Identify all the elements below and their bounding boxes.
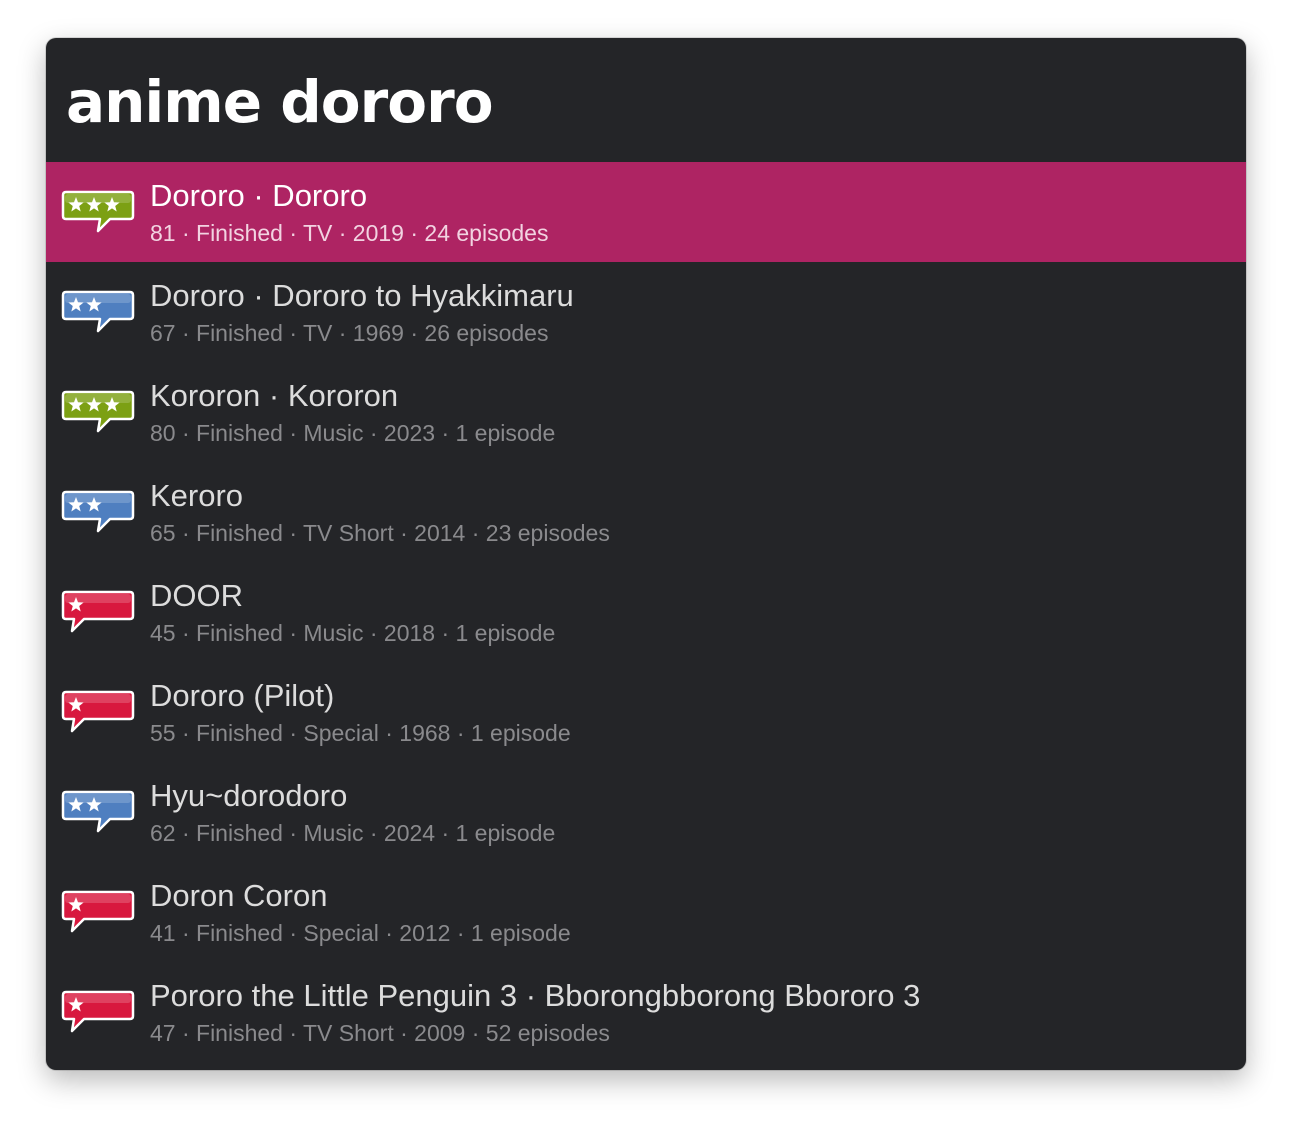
three-star-green-speech-bubble-icon [61, 190, 135, 233]
result-subtitle: 62 · Finished · Music · 2024 · 1 episode [150, 820, 556, 846]
result-row[interactable]: Dororo · Dororo 81 · Finished · TV · 2019… [46, 162, 1246, 262]
result-row[interactable]: Hyu~dorodoro 62 · Finished · Music · 2024… [46, 762, 1246, 862]
two-star-blue-speech-bubble-icon [61, 790, 135, 833]
result-title: Keroro [150, 478, 244, 513]
three-star-green-speech-bubble-icon [61, 390, 135, 433]
one-star-red-speech-bubble-icon [61, 890, 135, 933]
one-star-red-speech-bubble-icon [61, 690, 135, 733]
result-title: Hyu~dorodoro [150, 778, 348, 813]
result-subtitle: 47 · Finished · TV Short · 2009 · 52 epi… [150, 1020, 610, 1046]
result-subtitle: 81 · Finished · TV · 2019 · 24 episodes [150, 220, 549, 246]
result-title: Pororo the Little Penguin 3 · Bborongbbo… [150, 978, 921, 1013]
result-row[interactable]: Keroro 65 · Finished · TV Short · 2014 · … [46, 462, 1246, 562]
result-row[interactable]: Doron Coron 41 · Finished · Special · 201… [46, 862, 1246, 962]
result-row[interactable]: Dororo · Dororo to Hyakkimaru 67 · Finish… [46, 262, 1246, 362]
result-row[interactable]: DOOR 45 · Finished · Music · 2018 · 1 epi… [46, 562, 1246, 662]
search-bar [46, 38, 1246, 162]
result-title: Doron Coron [150, 878, 328, 913]
result-row[interactable]: Kororon · Kororon 80 · Finished · Music ·… [46, 362, 1246, 462]
results-list: Dororo · Dororo 81 · Finished · TV · 2019… [46, 162, 1246, 1062]
two-star-blue-speech-bubble-icon [61, 290, 135, 333]
two-star-blue-speech-bubble-icon [61, 490, 135, 533]
result-row[interactable]: Pororo the Little Penguin 3 · Bborongbbo… [46, 962, 1246, 1062]
one-star-red-speech-bubble-icon [61, 990, 135, 1033]
launcher-window: Dororo · Dororo 81 · Finished · TV · 2019… [46, 38, 1246, 1070]
result-subtitle: 65 · Finished · TV Short · 2014 · 23 epi… [150, 520, 610, 546]
one-star-red-speech-bubble-icon [61, 590, 135, 633]
result-subtitle: 55 · Finished · Special · 1968 · 1 episo… [150, 720, 571, 746]
result-row[interactable]: Dororo (Pilot) 55 · Finished · Special · … [46, 662, 1246, 762]
result-subtitle: 80 · Finished · Music · 2023 · 1 episode [150, 420, 556, 446]
result-subtitle: 67 · Finished · TV · 1969 · 26 episodes [150, 320, 549, 346]
result-title: DOOR [150, 578, 243, 613]
search-input[interactable] [66, 60, 1216, 144]
result-title: Dororo · Dororo [150, 178, 368, 213]
result-title: Dororo · Dororo to Hyakkimaru [150, 278, 574, 313]
result-subtitle: 41 · Finished · Special · 2012 · 1 episo… [150, 920, 571, 946]
result-title: Dororo (Pilot) [150, 678, 335, 713]
result-subtitle: 45 · Finished · Music · 2018 · 1 episode [150, 620, 556, 646]
result-title: Kororon · Kororon [150, 378, 399, 413]
